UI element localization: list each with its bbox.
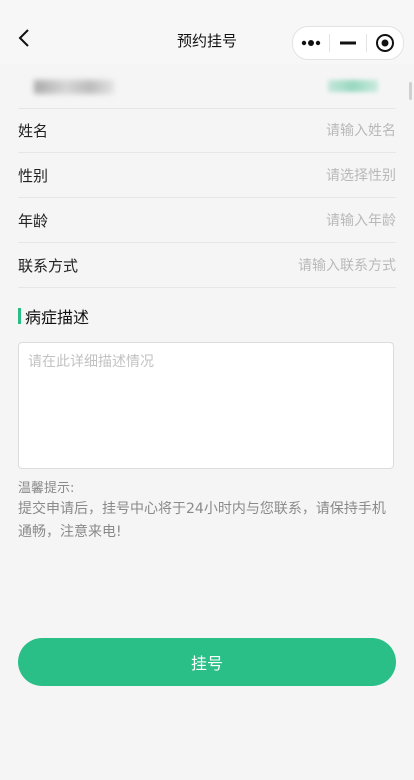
tip-text: 提交申请后，挂号中心将于24小时内与您联系，请保持手机通畅，注意来电! — [18, 501, 386, 540]
form-content: 姓名 请输入姓名 性别 请选择性别 年龄 请输入年龄 联系方式 请输入联系方式 … — [0, 64, 414, 780]
gender-label: 性别 — [18, 166, 49, 185]
name-input[interactable]: 请输入姓名 — [326, 120, 396, 140]
submit-label: 挂号 — [190, 654, 223, 673]
gender-select[interactable]: 请选择性别 — [326, 165, 396, 185]
age-label: 年龄 — [18, 211, 49, 230]
submit-button[interactable]: 挂号 — [18, 638, 396, 686]
blurred-text — [328, 80, 378, 92]
contact-label: 联系方式 — [18, 256, 79, 275]
minimize-icon — [340, 41, 356, 45]
name-label: 姓名 — [18, 121, 49, 140]
section-accent-bar — [18, 308, 21, 324]
mini-program-capsule — [292, 26, 404, 60]
tip-title: 温馨提示: — [18, 481, 75, 496]
age-row[interactable]: 年龄 请输入年龄 — [18, 198, 396, 243]
target-icon — [376, 34, 394, 52]
minimize-button[interactable] — [330, 27, 366, 59]
symptom-title: 病症描述 — [25, 308, 90, 327]
blurred-row — [18, 64, 396, 109]
gender-row[interactable]: 性别 请选择性别 — [18, 153, 396, 198]
more-button[interactable] — [293, 27, 329, 59]
symptom-section-title: 病症描述 — [18, 306, 90, 327]
blurred-text — [34, 80, 114, 94]
name-row[interactable]: 姓名 请输入姓名 — [18, 108, 396, 153]
more-dots-icon — [301, 40, 321, 46]
symptom-placeholder: 请在此详细描述情况 — [28, 354, 154, 370]
symptom-textarea[interactable]: 请在此详细描述情况 — [18, 342, 394, 469]
age-input[interactable]: 请输入年龄 — [326, 210, 396, 230]
contact-row[interactable]: 联系方式 请输入联系方式 — [18, 243, 396, 288]
contact-input[interactable]: 请输入联系方式 — [298, 255, 396, 275]
navigation-bar: 预约挂号 — [0, 0, 414, 64]
close-button[interactable] — [367, 27, 403, 59]
scrollbar[interactable] — [409, 82, 412, 100]
